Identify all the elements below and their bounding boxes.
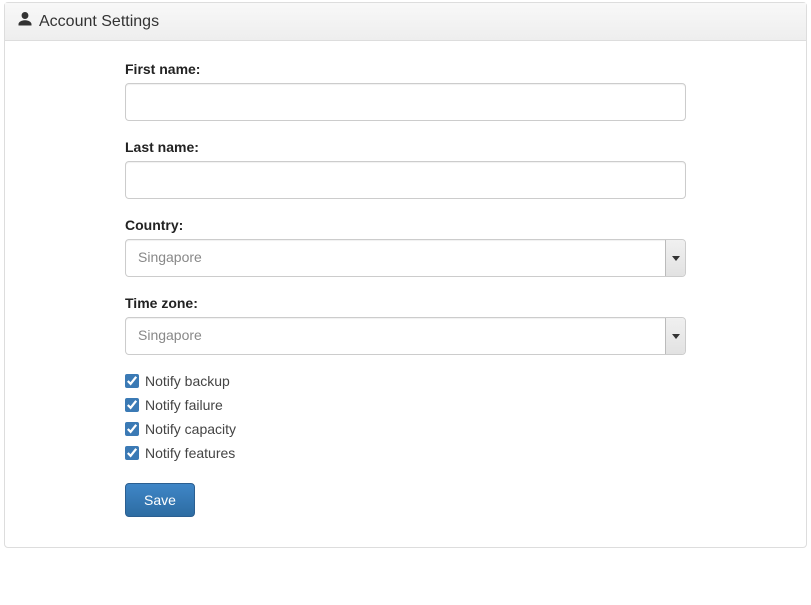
country-select[interactable]: Singapore	[125, 239, 686, 277]
first-name-group: First name:	[125, 61, 686, 121]
checkbox-list: Notify backup Notify failure Notify capa…	[125, 373, 686, 461]
notify-backup-label: Notify backup	[145, 373, 230, 389]
timezone-select[interactable]: Singapore	[125, 317, 686, 355]
timezone-group: Time zone: Singapore	[125, 295, 686, 355]
timezone-select-wrap: Singapore	[125, 317, 686, 355]
notify-failure-row: Notify failure	[125, 397, 686, 413]
notify-capacity-checkbox[interactable]	[125, 422, 139, 436]
timezone-label: Time zone:	[125, 295, 686, 311]
first-name-label: First name:	[125, 61, 686, 77]
notify-backup-row: Notify backup	[125, 373, 686, 389]
country-label: Country:	[125, 217, 686, 233]
notify-features-row: Notify features	[125, 445, 686, 461]
save-button[interactable]: Save	[125, 483, 195, 517]
last-name-label: Last name:	[125, 139, 686, 155]
notify-failure-checkbox[interactable]	[125, 398, 139, 412]
country-select-wrap: Singapore	[125, 239, 686, 277]
last-name-input[interactable]	[125, 161, 686, 199]
country-group: Country: Singapore	[125, 217, 686, 277]
panel-header: Account Settings	[5, 3, 806, 41]
notify-failure-label: Notify failure	[145, 397, 223, 413]
account-settings-panel: Account Settings First name: Last name: …	[4, 2, 807, 548]
first-name-input[interactable]	[125, 83, 686, 121]
last-name-group: Last name:	[125, 139, 686, 199]
panel-title: Account Settings	[39, 13, 159, 31]
panel-body: First name: Last name: Country: Singapor…	[5, 41, 806, 547]
notify-backup-checkbox[interactable]	[125, 374, 139, 388]
notify-capacity-label: Notify capacity	[145, 421, 236, 437]
notify-features-checkbox[interactable]	[125, 446, 139, 460]
notify-features-label: Notify features	[145, 445, 235, 461]
notify-capacity-row: Notify capacity	[125, 421, 686, 437]
user-icon	[17, 11, 39, 32]
